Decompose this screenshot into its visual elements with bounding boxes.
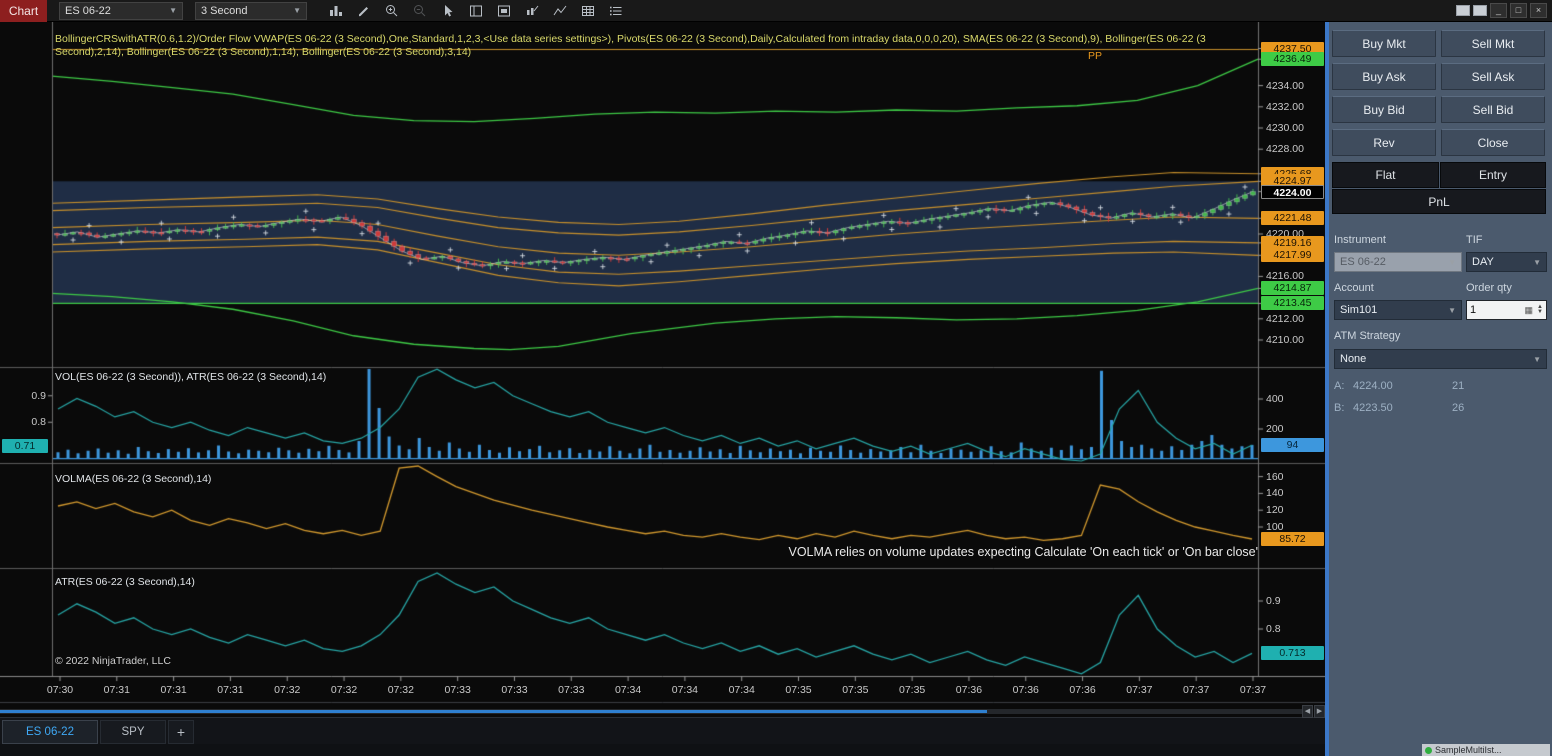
tab-es-06-22[interactable]: ES 06-22 — [2, 720, 98, 744]
instrument-combo-value: ES 06-22 — [1340, 256, 1386, 268]
cursor-pointer-icon[interactable] — [437, 2, 459, 20]
buy-ask-button[interactable]: Buy Ask — [1332, 63, 1436, 90]
horizontal-scrollbar-thumb[interactable] — [0, 710, 987, 713]
add-tab-button[interactable]: + — [168, 720, 194, 744]
account-combo-value: Sim101 — [1340, 304, 1378, 316]
sell-bid-button[interactable]: Sell Bid — [1441, 96, 1545, 123]
properties-list-icon[interactable] — [605, 2, 627, 20]
buy-bid-button[interactable]: Buy Bid — [1332, 96, 1436, 123]
tif-combo[interactable]: DAY — [1466, 252, 1547, 272]
tab-spy[interactable]: SPY — [100, 720, 166, 744]
position-state-flat: Flat — [1332, 162, 1439, 188]
interval-selector-value: 3 Second — [201, 4, 248, 17]
zoom-out-icon[interactable] — [409, 2, 431, 20]
ask-size: 21 — [1452, 380, 1465, 392]
entry-tab[interactable]: Entry — [1440, 162, 1546, 188]
trend-lines-icon[interactable] — [549, 2, 571, 20]
chart-style-icon[interactable] — [325, 2, 347, 20]
interval-selector[interactable]: 3 Second — [195, 1, 307, 20]
reverse-button[interactable]: Rev — [1332, 129, 1436, 156]
chart-trader-icon[interactable] — [465, 2, 487, 20]
maximize-button[interactable]: □ — [1510, 3, 1527, 18]
atm-strategy-value: None — [1340, 353, 1367, 365]
titlebar: Chart ES 06-22 3 Second _ □ × — [0, 0, 1552, 22]
order-qty-value: 1 — [1470, 304, 1477, 316]
spin-down-icon[interactable] — [1537, 310, 1543, 315]
bid-label: B: — [1334, 402, 1345, 414]
chevron-down-icon — [1448, 258, 1456, 267]
order-qty-input[interactable]: 1 — [1466, 300, 1547, 320]
data-grid-icon[interactable] — [577, 2, 599, 20]
qty-spinner[interactable] — [1537, 305, 1543, 315]
chevron-down-icon — [1448, 306, 1456, 315]
chevron-down-icon — [169, 6, 177, 15]
account-label: Account — [1334, 282, 1374, 294]
calculator-icon[interactable] — [1525, 305, 1534, 316]
interval-link-button[interactable] — [1473, 5, 1487, 16]
sell-mkt-button[interactable]: Sell Mkt — [1441, 30, 1545, 57]
drawing-tools-icon[interactable] — [353, 2, 375, 20]
close-button[interactable]: × — [1530, 3, 1547, 18]
indicators-icon[interactable] — [521, 2, 543, 20]
atm-strategy-label: ATM Strategy — [1334, 330, 1401, 342]
strategy-tab-label: SampleMultiIst... — [1435, 745, 1502, 755]
chart-trader-panel: Buy Mkt Sell Mkt Buy Ask Sell Ask Buy Bi… — [1329, 22, 1552, 756]
sell-ask-button[interactable]: Sell Ask — [1441, 63, 1545, 90]
instrument-selector-value: ES 06-22 — [65, 4, 111, 17]
scroll-left-button[interactable] — [1302, 705, 1313, 718]
order-qty-label: Order qty — [1466, 282, 1512, 294]
instrument-label: Instrument — [1334, 234, 1386, 246]
window-controls: _ □ × — [1456, 3, 1547, 18]
close-position-button[interactable]: Close — [1441, 129, 1545, 156]
ninjatrader-chart-window: Chart ES 06-22 3 Second _ □ × — [0, 0, 1552, 756]
account-combo[interactable]: Sim101 — [1334, 300, 1462, 320]
instrument-selector[interactable]: ES 06-22 — [59, 1, 183, 20]
strategy-enabled-icon — [1425, 746, 1432, 754]
strategy-tab[interactable]: SampleMultiIst... — [1422, 744, 1550, 756]
chart-canvas[interactable] — [0, 22, 1325, 717]
minimize-button[interactable]: _ — [1490, 3, 1507, 18]
bid-price: 4223.50 — [1353, 402, 1393, 414]
buy-mkt-button[interactable]: Buy Mkt — [1332, 30, 1436, 57]
zoom-in-icon[interactable] — [381, 2, 403, 20]
instrument-combo[interactable]: ES 06-22 — [1334, 252, 1462, 272]
chevron-down-icon — [293, 6, 301, 15]
regions-icon[interactable] — [493, 2, 515, 20]
chevron-down-icon — [1533, 258, 1541, 267]
instrument-link-button[interactable] — [1456, 5, 1470, 16]
tif-combo-value: DAY — [1472, 256, 1494, 268]
atm-strategy-combo[interactable]: None — [1334, 349, 1547, 369]
pnl-display: PnL — [1332, 189, 1546, 214]
bid-size: 26 — [1452, 402, 1465, 414]
ask-price: 4224.00 — [1353, 380, 1393, 392]
ask-label: A: — [1334, 380, 1345, 392]
scroll-right-button[interactable] — [1314, 705, 1325, 718]
chevron-down-icon — [1533, 355, 1541, 364]
chart-tabs-bar: ES 06-22 SPY + — [0, 717, 1325, 744]
bottom-filler — [0, 744, 1325, 756]
toolbar — [325, 2, 627, 20]
tif-label: TIF — [1466, 234, 1483, 246]
window-title: Chart — [0, 0, 47, 22]
